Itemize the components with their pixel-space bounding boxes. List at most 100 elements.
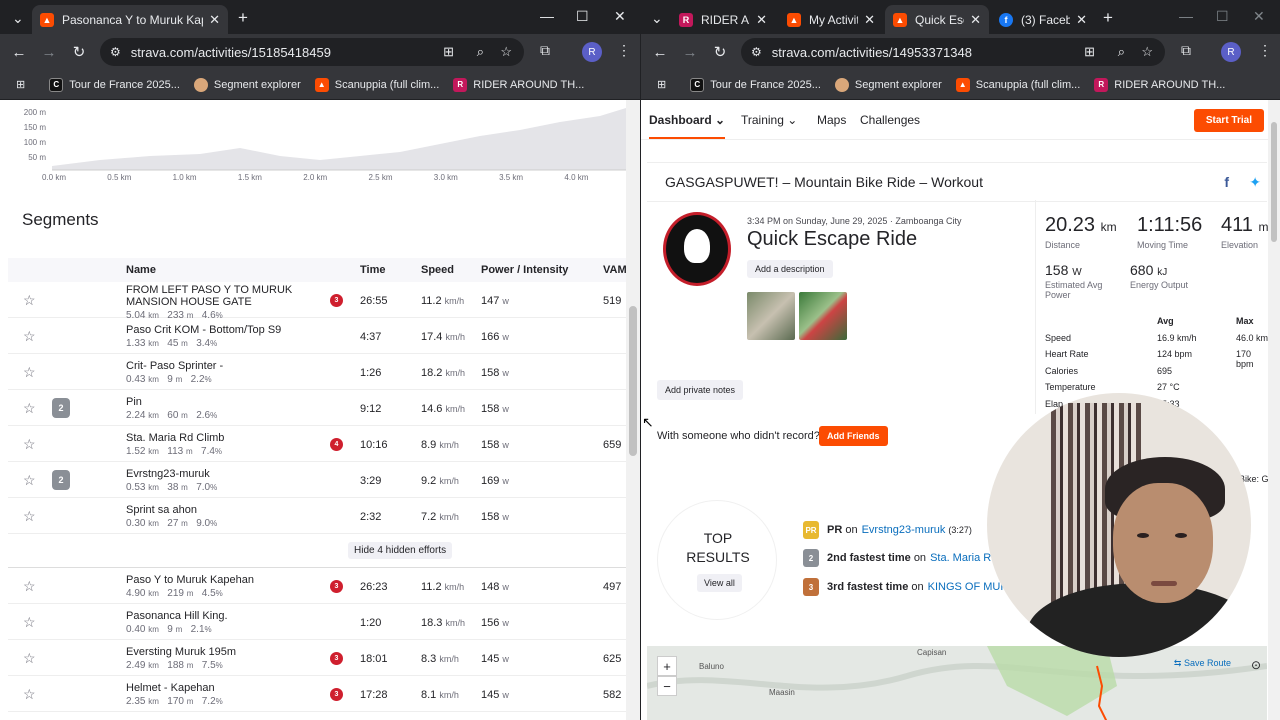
segment-name-cell[interactable]: Paso Crit KOM - Bottom/Top S9 1.33 km 45 … [126, 324, 326, 350]
col-speed[interactable]: Speed [421, 264, 454, 276]
minimize-icon[interactable]: — [1179, 8, 1193, 24]
table-row[interactable]: ☆ Eversting Muruk 195m 2.49 km 188 m 7.5% 3… [8, 640, 626, 676]
table-row[interactable]: ☆ 2 Pin 2.24 km 60 m 2.6% 9:12 14.6 km/h 158 w [8, 390, 626, 426]
nav-challenges[interactable]: Challenges [860, 113, 920, 127]
col-time[interactable]: Time [360, 264, 385, 276]
segment-name[interactable]: Sprint sa ahon [126, 504, 326, 516]
maximize-icon[interactable]: ☐ [1216, 8, 1229, 25]
achievement-link[interactable]: Sta. Maria Rd [930, 552, 997, 564]
extensions-icon[interactable]: ⧉ [540, 42, 550, 59]
table-row[interactable]: ☆ Paso Y to Muruk Kapehan 4.90 km 219 m 4.… [8, 568, 626, 604]
forward-icon[interactable]: → [34, 44, 64, 61]
segment-name-cell[interactable]: Pasonanca Hill King. 0.40 km 9 m 2.1% [126, 610, 326, 636]
bookmark-segment[interactable]: Segment explorer [193, 77, 301, 92]
add-private-notes-button[interactable]: Add private notes [657, 380, 744, 400]
add-description-button[interactable]: Add a description [747, 260, 833, 278]
close-tab-icon[interactable]: ✕ [209, 12, 220, 28]
table-row[interactable]: ☆ Sprint sa ahon 0.30 km 27 m 9.0% 2:32 7.2 … [8, 498, 626, 534]
start-trial-button[interactable]: Start Trial [1193, 109, 1264, 132]
star-icon[interactable]: ☆ [23, 400, 36, 417]
hide-efforts-button[interactable]: Hide 4 hidden efforts [348, 542, 453, 559]
star-icon[interactable]: ☆ [23, 508, 36, 525]
star-icon[interactable]: ☆ [23, 650, 36, 667]
zoom-in-button[interactable]: + [657, 656, 677, 676]
activity-photo[interactable] [747, 292, 795, 340]
close-window-icon[interactable]: ✕ [1253, 8, 1265, 25]
apps-icon[interactable]: ⊞ [16, 78, 25, 91]
bookmark-rider[interactable]: R RIDER AROUND TH... [453, 77, 584, 92]
segment-name-cell[interactable]: Pin 2.24 km 60 m 2.6% [126, 396, 326, 422]
extensions-icon[interactable]: ⧉ [1181, 42, 1191, 59]
apps-icon[interactable]: ⊞ [657, 78, 666, 91]
tab-my-activities[interactable]: ▲ My Activiti ✕ [779, 5, 883, 34]
activity-photo[interactable] [799, 292, 847, 340]
save-route-button[interactable]: ⇆ Save Route [1174, 658, 1231, 669]
address-bar[interactable]: ⚙ strava.com/activities/14953371348 ⊞ ⌕ … [741, 38, 1165, 66]
back-icon[interactable]: ← [645, 44, 675, 61]
segment-name-cell[interactable]: Sta. Maria Rd Climb 1.52 km 113 m 7.4% [126, 432, 326, 458]
tab-search-icon[interactable]: ⌄ [651, 10, 663, 27]
view-all-button[interactable]: View all [697, 574, 742, 592]
segment-name[interactable]: Eversting Muruk 195m [126, 646, 326, 658]
right-scrollbar[interactable] [1268, 100, 1280, 720]
segment-name[interactable]: Evrstng23-muruk [126, 468, 326, 480]
address-bar[interactable]: ⚙ strava.com/activities/15185418459 ⊞ ⌕ … [100, 38, 524, 66]
new-tab-icon[interactable]: + [1103, 8, 1113, 28]
maximize-icon[interactable]: ☐ [576, 8, 589, 25]
facebook-share-icon[interactable]: f [1224, 174, 1229, 190]
site-info-icon[interactable]: ⚙ [110, 45, 121, 59]
table-row[interactable]: ☆ Sta. Maria Rd Climb 1.52 km 113 m 7.4% 4 1… [8, 426, 626, 462]
segment-name[interactable]: Sta. Maria Rd Climb [126, 432, 326, 444]
segment-name-cell[interactable]: Sprint sa ahon 0.30 km 27 m 9.0% [126, 504, 326, 530]
table-row[interactable]: ☆ 2 Evrstng23-muruk 0.53 km 38 m 7.0% 3:29 9.… [8, 462, 626, 498]
menu-icon[interactable]: ⋮ [1258, 42, 1272, 59]
segment-name-cell[interactable]: Evrstng23-muruk 0.53 km 38 m 7.0% [126, 468, 326, 494]
nav-dashboard[interactable]: Dashboard ⌄ [649, 113, 726, 139]
tab-rider[interactable]: R RIDER ARO ✕ [671, 5, 775, 34]
segment-name[interactable]: Pin [126, 396, 326, 408]
tab-pasonanca[interactable]: ▲ Pasonanca Y to Muruk Kapehan ✕ [32, 5, 228, 34]
reload-icon[interactable]: ↻ [705, 43, 735, 61]
nav-maps[interactable]: Maps [817, 113, 846, 127]
achievement-link[interactable]: KINGS OF MUR [928, 581, 1009, 593]
segment-name[interactable]: Crit- Paso Sprinter - [126, 360, 326, 372]
segment-name[interactable]: Paso Y to Muruk Kapehan [126, 574, 326, 586]
zoom-icon[interactable]: ⌕ [477, 44, 484, 60]
scrollbar-thumb[interactable] [629, 306, 637, 456]
col-name[interactable]: Name [126, 264, 156, 276]
profile-avatar[interactable]: R [582, 42, 602, 62]
segment-name-cell[interactable]: Paso Y to Muruk Kapehan 4.90 km 219 m 4.5… [126, 574, 326, 600]
download-icon[interactable]: ⊙ [1251, 658, 1261, 672]
segment-name-cell[interactable]: Helmet - Kapehan 2.35 km 170 m 7.2% [126, 682, 326, 708]
back-icon[interactable]: ← [4, 44, 34, 61]
table-row[interactable]: ☆ Helmet - Kapehan 2.35 km 170 m 7.2% 3 17:2… [8, 676, 626, 712]
activity-map[interactable]: + − Capisan Baluno Maasin ⇆ Save Route ⊙ [647, 646, 1267, 720]
table-row[interactable]: ☆ Paso Crit KOM - Bottom/Top S9 1.33 km 45… [8, 318, 626, 354]
close-tab-icon[interactable]: ✕ [864, 12, 875, 28]
col-power[interactable]: Power / Intensity [481, 264, 568, 276]
star-icon[interactable]: ☆ [23, 436, 36, 453]
table-row[interactable]: ☆ FROM LEFT PASO Y TO MURUK MANSION HOUSE… [8, 282, 626, 321]
segment-name[interactable]: Paso Crit KOM - Bottom/Top S9 [126, 324, 326, 336]
achievement-link[interactable]: Evrstng23-muruk [862, 524, 946, 536]
scrollbar-thumb[interactable] [1271, 122, 1277, 242]
install-icon[interactable]: ⊞ [443, 44, 454, 60]
segment-name-cell[interactable]: Eversting Muruk 195m 2.49 km 188 m 7.5% [126, 646, 326, 672]
bookmark-segment[interactable]: Segment explorer [834, 77, 942, 92]
install-icon[interactable]: ⊞ [1084, 44, 1095, 60]
bookmark-tour[interactable]: C Tour de France 2025... [49, 77, 180, 92]
table-row[interactable]: ☆ Pasonanca Hill King. 0.40 km 9 m 2.1% 1:2… [8, 604, 626, 640]
star-icon[interactable]: ☆ [23, 364, 36, 381]
star-icon[interactable]: ☆ [23, 614, 36, 631]
reload-icon[interactable]: ↻ [64, 43, 94, 61]
star-icon[interactable]: ☆ [23, 686, 36, 703]
segment-name-cell[interactable]: FROM LEFT PASO Y TO MURUK MANSION HOUSE … [126, 284, 326, 322]
bookmark-rider[interactable]: R RIDER AROUND TH... [1094, 77, 1225, 92]
nav-training[interactable]: Training ⌄ [741, 113, 797, 127]
new-tab-icon[interactable]: + [238, 8, 248, 28]
menu-icon[interactable]: ⋮ [617, 42, 631, 59]
star-icon[interactable]: ☆ [23, 328, 36, 345]
bookmark-tour[interactable]: C Tour de France 2025... [690, 77, 821, 92]
bookmark-scanuppia[interactable]: ▲ Scanuppia (full clim... [955, 77, 1080, 92]
tab-search-icon[interactable]: ⌄ [12, 10, 24, 27]
